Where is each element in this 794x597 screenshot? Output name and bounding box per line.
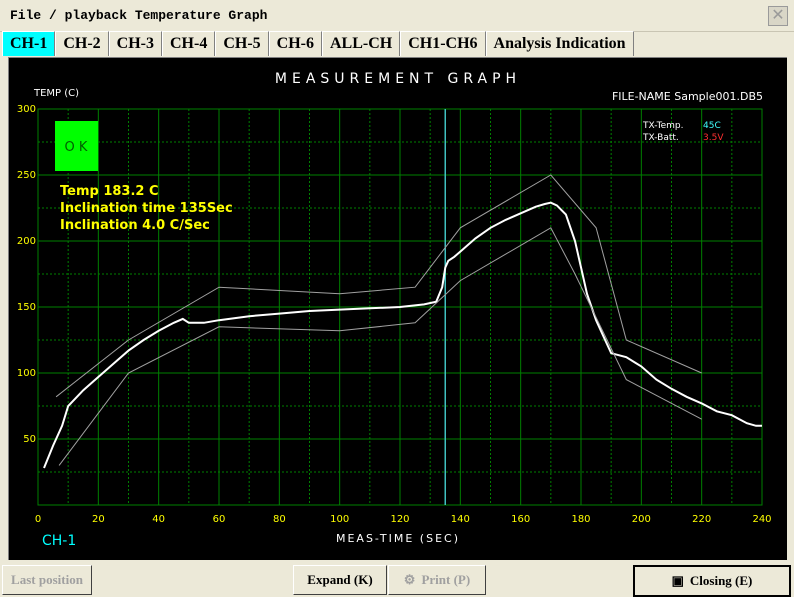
x-tick-label: 120: [390, 514, 409, 525]
tab-ch1[interactable]: CH-1: [2, 31, 56, 56]
x-tick-label: 200: [632, 514, 651, 525]
info-temp: Temp 183.2 C: [60, 184, 159, 199]
closing-button[interactable]: ▣ Closing (E): [633, 565, 791, 597]
tab-ch6[interactable]: CH-6: [268, 31, 322, 56]
tab-ch5[interactable]: CH-5: [215, 31, 269, 56]
measured-temperature-line: [43, 201, 762, 469]
y-tick-label: 300: [17, 104, 36, 115]
file-name: FILE-NAME Sample001.DB5: [612, 90, 763, 103]
info-inclination-time: Inclination time 135Sec: [60, 201, 233, 216]
x-tick-label: 100: [330, 514, 349, 525]
channel-tabs: CH-1 CH-2 CH-3 CH-4 CH-5 CH-6 ALL-CH CH1…: [2, 31, 634, 56]
x-axis-label: MEAS-TIME (SEC): [336, 532, 460, 545]
x-tick-label: 160: [511, 514, 530, 525]
tab-ch4[interactable]: CH-4: [161, 31, 216, 56]
info-inclination: Inclination 4.0 C/Sec: [60, 218, 210, 233]
ok-label: O K: [65, 140, 88, 155]
print-label: Print (P): [421, 572, 471, 587]
y-tick-label: 50: [23, 434, 36, 445]
tx-batt-label: TX-Batt.: [642, 133, 679, 143]
tab-ch3[interactable]: CH-3: [108, 31, 162, 56]
y-axis-label: TEMP (C): [33, 88, 79, 99]
x-tick-label: 180: [571, 514, 590, 525]
measurement-graph: MEASUREMENT GRAPH TEMP (C) FILE-NAME Sam…: [17, 71, 772, 549]
x-tick-label: 80: [273, 514, 286, 525]
closing-label: Closing (E): [689, 573, 753, 588]
y-tick-label: 250: [17, 170, 36, 181]
channel-label: CH-1: [42, 533, 76, 549]
graph-panel: MEASUREMENT GRAPH TEMP (C) FILE-NAME Sam…: [8, 57, 787, 560]
tab-ch2[interactable]: CH-2: [55, 31, 109, 56]
x-tick-label: 60: [213, 514, 226, 525]
tx-batt-value: 3.5V: [703, 133, 724, 143]
x-tick-label: 0: [35, 514, 41, 525]
tab-all-ch[interactable]: ALL-CH: [321, 31, 401, 56]
axis-ticks: 0 20 40 60 80 100 120 140 160 180 200 220 240 50 100 15…: [17, 104, 772, 525]
y-tick-label: 100: [17, 368, 36, 379]
x-tick-label: 20: [92, 514, 105, 525]
exit-icon: ▣: [671, 573, 684, 588]
graph-title: MEASUREMENT GRAPH: [275, 71, 521, 87]
y-tick-label: 200: [17, 236, 36, 247]
gear-icon: ⚙: [403, 572, 416, 587]
print-button[interactable]: ⚙ Print (P): [388, 565, 486, 595]
close-icon[interactable]: ✕: [768, 6, 788, 26]
x-tick-label: 220: [692, 514, 711, 525]
button-bar: Last position Expand (K) ⚙ Print (P) ▣ Clo…: [0, 563, 794, 597]
tab-ch1-ch6[interactable]: CH1-CH6: [400, 31, 486, 56]
last-position-button[interactable]: Last position: [2, 565, 92, 595]
x-tick-label: 140: [451, 514, 470, 525]
expand-button[interactable]: Expand (K): [293, 565, 387, 595]
y-tick-label: 150: [17, 302, 36, 313]
tx-temp-label: TX-Temp.: [642, 121, 683, 131]
x-tick-label: 240: [752, 514, 771, 525]
tx-temp-value: 45C: [703, 121, 721, 131]
title-bar: File / playback Temperature Graph ✕: [0, 0, 794, 32]
tab-analysis-indication[interactable]: Analysis Indication: [485, 31, 634, 56]
window-title: File / playback Temperature Graph: [10, 8, 268, 23]
x-tick-label: 40: [152, 514, 165, 525]
